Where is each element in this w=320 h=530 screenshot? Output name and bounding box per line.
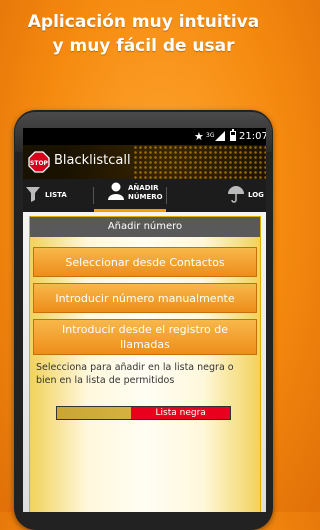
status-bar: ★ 3G 21:07 (23, 128, 266, 145)
promo-line-1: Aplicación muy intuitiva (27, 12, 260, 32)
tab-lista-label: LISTA (45, 191, 67, 199)
add-contact-icon (108, 182, 124, 200)
tab-lista[interactable]: LISTA (23, 179, 93, 212)
dialog-title: Añadir número (30, 217, 260, 237)
dialog-body: Seleccionar desde Contactos Introducir n… (30, 237, 260, 512)
tab-anadir-numero[interactable]: AÑADIR NÚMERO (94, 179, 166, 212)
promo-text: Aplicación muy intuitiva y muy fácil de … (0, 10, 287, 58)
enter-number-manually-button[interactable]: Introducir número manualmente (33, 283, 257, 313)
tab-numero-label: NÚMERO (128, 193, 163, 201)
battery-icon (230, 129, 236, 141)
filter-icon (26, 187, 40, 202)
select-from-contacts-button[interactable]: Seleccionar desde Contactos (33, 247, 257, 277)
action-bar: STOP Blacklistcall (23, 145, 266, 179)
tab-log-label: LOG (248, 191, 264, 199)
network-type: 3G (206, 132, 215, 139)
star-icon: ★ (194, 130, 204, 143)
list-type-toggle[interactable]: Lista negra (56, 406, 231, 420)
umbrella-icon (228, 186, 244, 203)
phone-screen: ★ 3G 21:07 STOP Blacklistcall LISTA AÑAD… (23, 128, 266, 512)
stop-logo-icon: STOP (28, 151, 50, 173)
logo-text: STOP (30, 160, 49, 167)
content-area: Añadir número Seleccionar desde Contacto… (23, 212, 266, 512)
tab-bar: LISTA AÑADIR NÚMERO LOG (23, 179, 266, 213)
enter-from-call-log-button[interactable]: Introducir desde el registro de llamadas (33, 319, 257, 355)
add-number-dialog: Añadir número Seleccionar desde Contacto… (29, 216, 261, 512)
tab-log[interactable]: LOG (167, 179, 266, 212)
toggle-blacklist-label: Lista negra (131, 407, 230, 419)
signal-icon (215, 131, 225, 141)
tab-anadir-label: AÑADIR (128, 184, 159, 192)
clock: 21:07 (239, 131, 266, 142)
list-selection-hint: Selecciona para añadir en la lista negra… (36, 362, 234, 386)
promo-line-2: y muy fácil de usar (52, 36, 235, 56)
app-title: Blacklistcall (54, 153, 131, 168)
